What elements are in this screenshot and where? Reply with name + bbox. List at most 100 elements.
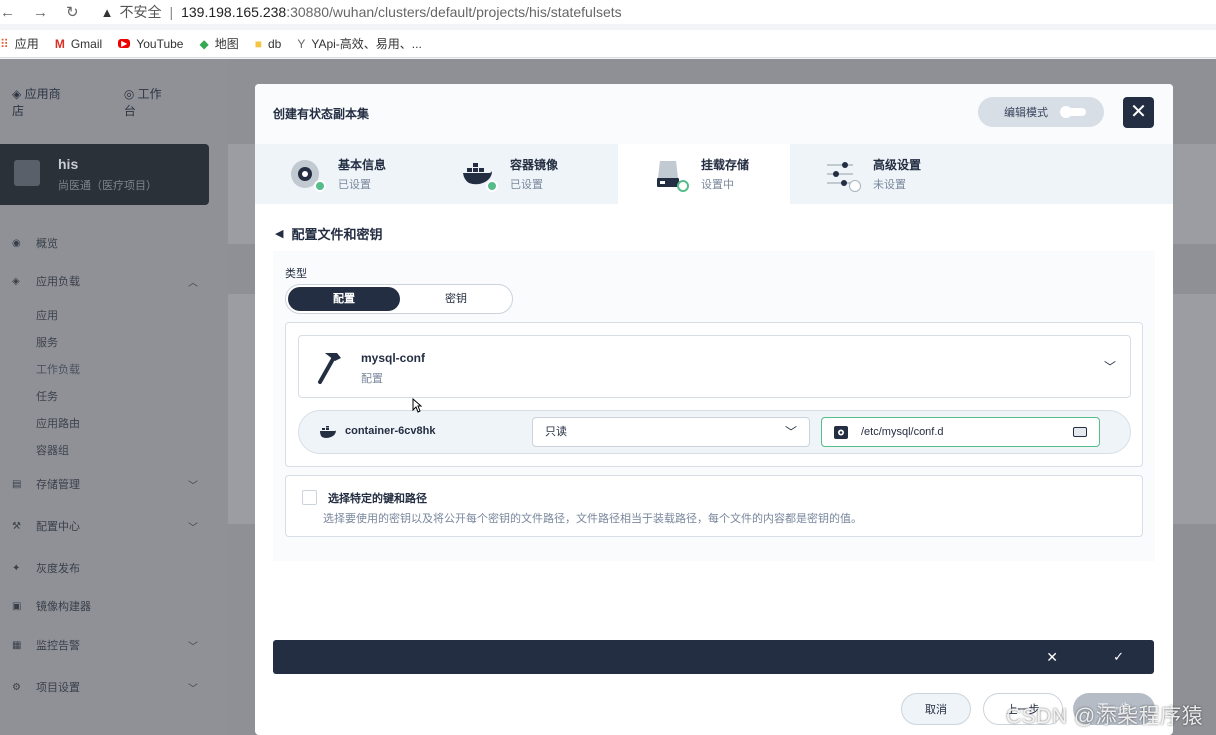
step-title: 高级设置	[873, 158, 922, 172]
step-title: 基本信息	[338, 158, 387, 172]
bookmark-youtube[interactable]: ▶ YouTube	[118, 37, 183, 51]
config-mount-box: mysql-conf 配置 ﹀ container-6cv8hk 只读 ﹀ /e…	[285, 322, 1143, 467]
config-form: 类型 配置 密钥 mysql-conf 配置 ﹀ container-6cv8h…	[273, 251, 1155, 561]
reload-icon[interactable]: ↻	[66, 3, 79, 21]
step-basic-info[interactable]: 基本信息 已设置	[255, 144, 427, 204]
browser-url-bar[interactable]: ← → ↻ ▲ 不安全 | 139.198.165.238 :30880/wuh…	[0, 0, 1216, 24]
submenu-workloads[interactable]: 工作负载	[36, 361, 80, 377]
folder-icon: ■	[254, 36, 262, 51]
image-builder-icon: ▣	[12, 600, 22, 612]
step-container-image[interactable]: 容器镜像 已设置	[427, 144, 599, 204]
bookmark-yapi[interactable]: Y YApi-高效、易用、...	[297, 35, 421, 52]
bookmark-apps[interactable]: ⠿ 应用	[0, 35, 39, 52]
hammer-icon	[318, 353, 341, 384]
type-option-secret[interactable]: 密钥	[400, 287, 512, 311]
bookmark-maps[interactable]: ◆ 地图	[199, 35, 238, 52]
gmail-icon: M	[54, 36, 65, 51]
access-mode-select[interactable]: 只读 ﹀	[532, 417, 810, 447]
menu-config[interactable]: ⚒ 配置中心 ﹀	[12, 518, 198, 534]
menu-label: 存储管理	[36, 479, 80, 491]
menu-storage[interactable]: ▤ 存储管理 ﹀	[12, 476, 198, 492]
sidebar: ◈ 应用商店 ◎ 工作台 his 尚医通（医疗项目） ◉ 概览 ◈ 应用负载 ︿ 应用…	[0, 59, 228, 735]
close-icon: ✕	[1130, 101, 1147, 123]
step-status: 已设置	[510, 179, 543, 191]
layers-icon: ◈	[12, 275, 20, 287]
bookmark-gmail[interactable]: M Gmail	[55, 37, 102, 51]
menu-workloads[interactable]: ◈ 应用负载 ︿	[12, 273, 198, 289]
chevron-down-icon: ﹀	[1103, 360, 1116, 374]
configmap-select[interactable]: mysql-conf 配置 ﹀	[298, 335, 1131, 398]
back-to-storage[interactable]: ◀ 配置文件和密钥	[275, 224, 382, 243]
menu-label: 灰度发布	[36, 563, 80, 575]
youtube-icon: ▶	[118, 39, 131, 48]
status-dot-done	[314, 180, 326, 192]
url-host: 139.198.165.238	[181, 4, 287, 20]
yapi-icon: Y	[297, 36, 306, 51]
submenu-routes[interactable]: 应用路由	[36, 415, 80, 431]
keyboard-icon[interactable]	[1073, 427, 1087, 437]
bookmark-label: YApi-高效、易用、...	[311, 37, 422, 51]
type-label: 类型	[285, 268, 307, 280]
project-logo-icon	[14, 160, 40, 186]
mount-path-value: /etc/mysql/conf.d	[861, 426, 944, 438]
edit-mode-toggle[interactable]: 编辑模式	[978, 97, 1104, 127]
forward-arrow-icon[interactable]: →	[33, 4, 48, 21]
project-card[interactable]: his 尚医通（医疗项目）	[0, 144, 209, 205]
cancel-x-icon[interactable]: ✕	[1046, 649, 1058, 666]
status-dot-in-progress	[677, 180, 689, 192]
close-button[interactable]: ✕	[1123, 97, 1154, 128]
section-title: 配置文件和密钥	[291, 227, 383, 242]
warning-icon[interactable]: ▲	[101, 5, 114, 20]
menu-image-builder[interactable]: ▣ 镜像构建器	[12, 598, 198, 614]
bookmark-db[interactable]: ■ db	[255, 37, 282, 51]
menu-grayscale[interactable]: ✦ 灰度发布	[12, 560, 198, 576]
watermark: CSDN @添柴程序猿	[1006, 705, 1204, 728]
modal-title: 创建有状态副本集	[273, 107, 370, 121]
configmap-type: 配置	[361, 373, 383, 385]
status-dot-not-set	[849, 180, 861, 192]
submenu-services[interactable]: 服务	[36, 334, 58, 350]
step-advanced[interactable]: 高级设置 未设置	[790, 144, 962, 204]
nav-app-store[interactable]: ◈ 应用商店	[12, 85, 84, 119]
edit-mode-label: 编辑模式	[1004, 107, 1048, 119]
confirm-check-icon[interactable]: ✓	[1113, 649, 1124, 665]
docker-icon	[320, 426, 336, 438]
toggle-switch-icon	[1060, 106, 1086, 118]
submenu-pods[interactable]: 容器组	[36, 442, 69, 458]
type-option-configmap[interactable]: 配置	[288, 287, 400, 311]
specific-keys-checkbox[interactable]	[302, 490, 317, 505]
back-arrow-icon[interactable]: ←	[0, 4, 15, 21]
wrench-icon: ⚒	[12, 520, 21, 532]
menu-label: 项目设置	[36, 682, 80, 694]
step-status: 设置中	[701, 179, 734, 191]
storage-icon: ▤	[12, 478, 22, 490]
bookmark-label: 应用	[14, 37, 39, 51]
overview-icon: ◉	[12, 237, 21, 249]
menu-project-settings[interactable]: ⚙ 项目设置 ﹀	[12, 679, 198, 695]
nav-workbench[interactable]: ◎ 工作台	[124, 85, 188, 119]
specific-keys-description: 选择要使用的密钥以及将公开每个密钥的文件路径，文件路径相当于装载路径，每个文件的…	[323, 513, 862, 525]
specific-keys-option: 选择特定的键和路径 选择要使用的密钥以及将公开每个密钥的文件路径，文件路径相当于…	[285, 475, 1143, 537]
menu-label: 监控告警	[36, 640, 80, 652]
menu-overview[interactable]: ◉ 概览	[12, 235, 198, 251]
access-mode-value: 只读	[545, 426, 567, 438]
chevron-down-icon: ﹀	[784, 425, 797, 439]
mount-path-input[interactable]: /etc/mysql/conf.d	[821, 417, 1100, 447]
chevron-down-icon: ﹀	[188, 522, 198, 534]
chevron-down-icon: ﹀	[188, 683, 198, 695]
insecure-label: 不安全	[119, 4, 162, 20]
menu-label: 概览	[36, 238, 58, 250]
step-mount-storage[interactable]: 挂载存储 设置中	[618, 144, 790, 204]
chevron-down-icon: ﹀	[188, 641, 198, 653]
nav-label: 工作台	[123, 87, 162, 118]
cancel-button[interactable]: 取消	[901, 693, 971, 725]
menu-label: 配置中心	[36, 521, 80, 533]
project-subtitle: 尚医通（医疗项目）	[58, 180, 157, 192]
bookmark-label: Gmail	[70, 36, 103, 51]
step-title: 挂载存储	[701, 158, 750, 172]
submenu-apps[interactable]: 应用	[36, 307, 58, 323]
project-name: his	[58, 156, 79, 172]
menu-monitoring[interactable]: ▦ 监控告警 ﹀	[12, 637, 198, 653]
bookmark-label: 地图	[214, 37, 239, 51]
submenu-jobs[interactable]: 任务	[36, 388, 58, 404]
